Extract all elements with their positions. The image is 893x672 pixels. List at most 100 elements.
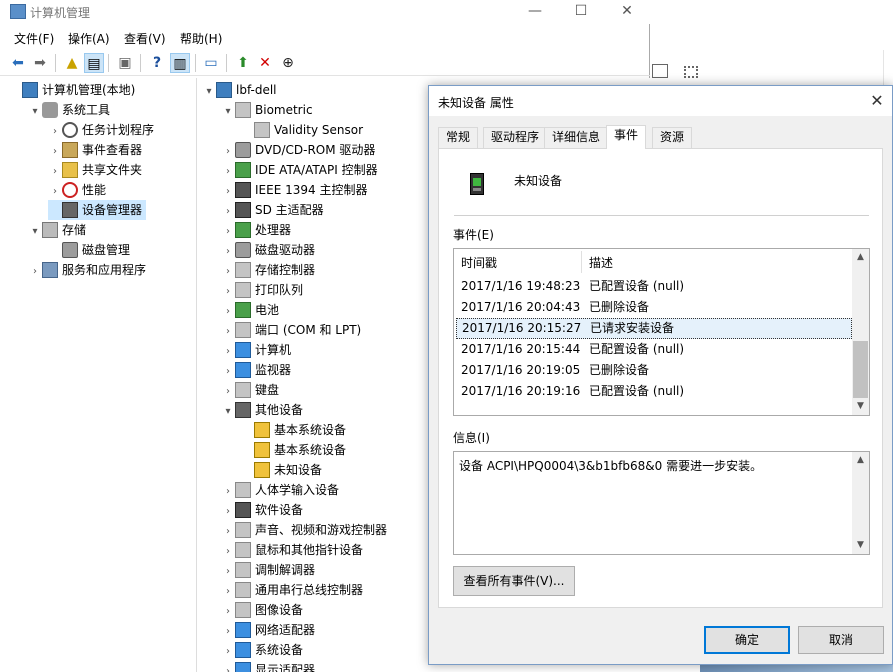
tree-item[interactable]: › 共享文件夹 <box>48 160 142 180</box>
disable-device-icon[interactable]: ⊕ <box>278 53 298 73</box>
chevron-right-icon[interactable]: › <box>48 122 62 142</box>
properties-icon[interactable]: ▣ <box>115 53 135 73</box>
event-row[interactable]: 2017/1/16 19:48:23 已配置设备 (null) <box>456 276 852 297</box>
tree-item[interactable]: 设备管理器 <box>48 200 147 220</box>
info-textbox[interactable]: 设备 ACPI\HPQ0004\3&b1bfb68&0 需要进一步安装。 ▲ ▼ <box>453 451 870 555</box>
chevron-right-icon[interactable]: › <box>221 602 235 622</box>
show-tree-icon[interactable]: ▤ <box>84 53 104 73</box>
chevron-right-icon[interactable]: › <box>221 522 235 542</box>
tree-item[interactable]: › 事件查看器 <box>48 140 142 160</box>
event-row[interactable]: 2017/1/16 20:19:16 已配置设备 (null) <box>456 381 852 402</box>
scan-hardware-icon[interactable]: ▭ <box>201 53 221 73</box>
event-row[interactable]: 2017/1/16 20:04:43 已删除设备 <box>456 297 852 318</box>
chevron-right-icon[interactable]: › <box>221 362 235 382</box>
tab-details[interactable]: 详细信息 <box>544 127 609 148</box>
event-row[interactable]: 2017/1/16 20:15:44 已配置设备 (null) <box>456 339 852 360</box>
tree-item[interactable]: › DVD/CD-ROM 驱动器 <box>221 140 375 160</box>
chevron-right-icon[interactable]: › <box>48 142 62 162</box>
scroll-up-icon[interactable]: ▲ <box>852 249 869 266</box>
chevron-right-icon[interactable]: › <box>221 142 235 162</box>
tree-item[interactable]: 计算机管理(本地) <box>8 80 135 100</box>
events-list[interactable]: 时间戳 描述 2017/1/16 19:48:23 已配置设备 (null) 201… <box>453 248 870 416</box>
tree-item[interactable]: ▾ 其他设备 <box>221 400 303 420</box>
chevron-right-icon[interactable]: › <box>221 182 235 202</box>
tree-item[interactable]: › 电池 <box>221 300 279 320</box>
chevron-right-icon[interactable]: › <box>28 262 42 282</box>
tree-item[interactable]: › 打印队列 <box>221 280 303 300</box>
tree-item[interactable]: ▾ lbf-dell <box>202 80 277 100</box>
maximize-button[interactable]: ☐ <box>558 0 604 24</box>
view-all-events-button[interactable]: 查看所有事件(V)... <box>453 566 575 596</box>
tree-item[interactable]: › 任务计划程序 <box>48 120 154 140</box>
chevron-right-icon[interactable]: › <box>221 502 235 522</box>
tree-item[interactable]: › SD 主适配器 <box>221 200 324 220</box>
event-row[interactable]: 2017/1/16 20:19:05 已删除设备 <box>456 360 852 381</box>
back-icon[interactable]: ⬅ <box>8 53 28 73</box>
chevron-right-icon[interactable]: › <box>221 262 235 282</box>
tree-item[interactable]: › 监视器 <box>221 360 291 380</box>
close-button[interactable]: ✕ <box>604 0 650 24</box>
tree-item[interactable]: ▾ 存储 <box>28 220 86 240</box>
tree-item[interactable]: › 磁盘驱动器 <box>221 240 315 260</box>
chevron-right-icon[interactable]: › <box>221 302 235 322</box>
help-icon[interactable]: ? <box>147 53 167 73</box>
chevron-right-icon[interactable]: › <box>221 382 235 402</box>
chevron-right-icon[interactable]: › <box>221 662 235 672</box>
tree-item[interactable]: ▾ Biometric <box>221 100 313 120</box>
dialog-close-icon[interactable]: ✕ <box>866 90 888 112</box>
chevron-right-icon[interactable]: › <box>221 202 235 222</box>
info-scrollbar[interactable]: ▲ ▼ <box>852 452 869 554</box>
tree-item[interactable]: › IEEE 1394 主控制器 <box>221 180 367 200</box>
event-row[interactable]: 2017/1/16 20:15:27 已请求安装设备 <box>456 318 852 339</box>
chevron-right-icon[interactable]: › <box>48 162 62 182</box>
action-pane-icon[interactable]: ▥ <box>170 53 190 73</box>
chevron-right-icon[interactable]: › <box>221 282 235 302</box>
menu-action[interactable]: 操作(A) <box>68 30 110 47</box>
scroll-up-icon[interactable]: ▲ <box>852 452 869 469</box>
tree-item[interactable]: › 端口 (COM 和 LPT) <box>221 320 361 340</box>
tree-item[interactable]: › 通用串行总线控制器 <box>221 580 363 600</box>
uninstall-icon[interactable]: ✕ <box>255 53 275 73</box>
chevron-right-icon[interactable]: › <box>221 622 235 642</box>
chevron-right-icon[interactable]: › <box>221 642 235 662</box>
chevron-right-icon[interactable]: › <box>221 542 235 562</box>
tree-item[interactable]: › 鼠标和其他指针设备 <box>221 540 363 560</box>
chevron-right-icon[interactable]: › <box>221 342 235 362</box>
tree-item[interactable]: › 声音、视频和游戏控制器 <box>221 520 387 540</box>
chevron-right-icon[interactable]: › <box>221 242 235 262</box>
forward-icon[interactable]: ➡ <box>30 53 50 73</box>
tree-item[interactable]: › 网络适配器 <box>221 620 315 640</box>
chevron-right-icon[interactable]: › <box>221 162 235 182</box>
scroll-thumb[interactable] <box>853 341 868 398</box>
update-driver-icon[interactable]: ⬆ <box>233 53 253 73</box>
tree-item[interactable]: › 计算机 <box>221 340 291 360</box>
tab-events[interactable]: 事件 <box>606 125 647 149</box>
tree-item[interactable]: ▾ 系统工具 <box>28 100 110 120</box>
tree-item[interactable]: 磁盘管理 <box>48 240 130 260</box>
scroll-down-icon[interactable]: ▼ <box>852 537 869 554</box>
tree-item[interactable]: › 人体学输入设备 <box>221 480 339 500</box>
tab-general[interactable]: 常规 <box>438 127 479 148</box>
scroll-down-icon[interactable]: ▼ <box>852 398 869 415</box>
tree-item[interactable]: Validity Sensor <box>240 120 363 140</box>
chevron-down-icon[interactable]: ▾ <box>221 402 235 422</box>
cancel-button[interactable]: 取消 <box>798 626 884 654</box>
tree-item[interactable]: › 调制解调器 <box>221 560 315 580</box>
menu-view[interactable]: 查看(V) <box>124 30 166 47</box>
tree-item[interactable]: › 软件设备 <box>221 500 303 520</box>
chevron-down-icon[interactable]: ▾ <box>28 222 42 242</box>
tree-item[interactable]: › 处理器 <box>221 220 291 240</box>
minimize-button[interactable]: — <box>512 0 558 24</box>
chevron-right-icon[interactable]: › <box>221 582 235 602</box>
chevron-right-icon[interactable]: › <box>221 222 235 242</box>
column-header-time[interactable]: 时间戳 <box>461 254 497 271</box>
tree-item[interactable]: › 存储控制器 <box>221 260 315 280</box>
ok-button[interactable]: 确定 <box>704 626 790 654</box>
tree-item[interactable]: › 图像设备 <box>221 600 303 620</box>
chevron-right-icon[interactable]: › <box>221 562 235 582</box>
chevron-right-icon[interactable]: › <box>221 482 235 502</box>
chevron-down-icon[interactable]: ▾ <box>202 82 216 102</box>
tree-item[interactable]: 基本系统设备 <box>240 440 346 460</box>
tree-item[interactable]: › 显示适配器 <box>221 660 315 672</box>
chevron-down-icon[interactable]: ▾ <box>28 102 42 122</box>
